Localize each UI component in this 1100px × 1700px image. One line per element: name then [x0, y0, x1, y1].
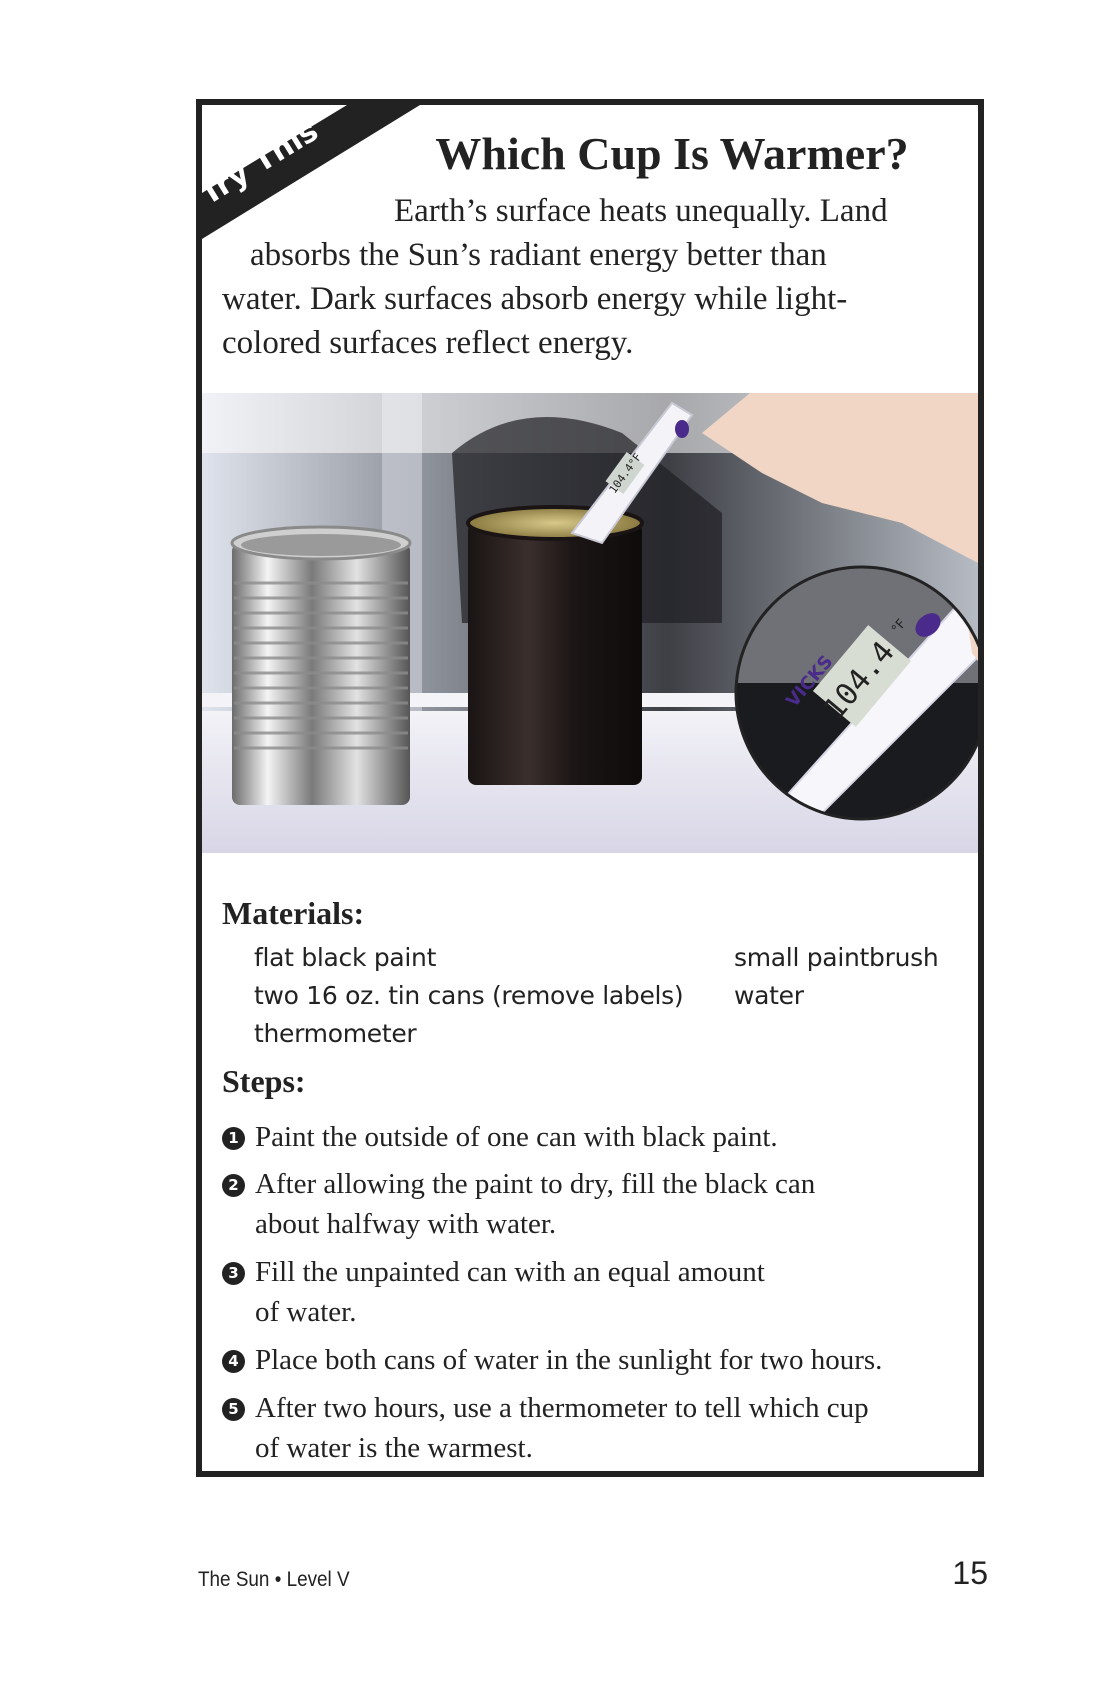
experiment-photo: 104.4°F 104.4 VICKS °F	[202, 393, 978, 853]
material-item: two 16 oz. tin cans (remove labels)	[254, 981, 684, 1010]
step-item: 3 Fill the unpainted can with an equal am…	[222, 1252, 972, 1332]
step-text-continued: about halfway with water.	[255, 1208, 557, 1240]
step-item: 2 After allowing the paint to dry, fill t…	[222, 1164, 972, 1244]
step-item: 1 Paint the outside of one can with black…	[222, 1117, 972, 1157]
step-number: 1	[222, 1127, 245, 1150]
step-text: Place both cans of water in the sunlight…	[255, 1344, 883, 1376]
step-item: 5 After two hours, use a thermometer to t…	[222, 1388, 972, 1468]
step-text-continued: of water is the warmest.	[255, 1432, 533, 1464]
step-number: 3	[222, 1262, 245, 1285]
intro-paragraph: Earth’s surface heats unequally. Land ab…	[222, 189, 962, 365]
step-text: After two hours, use a thermometer to te…	[255, 1392, 869, 1424]
step-text: After allowing the paint to dry, fill th…	[255, 1168, 816, 1200]
activity-box: Try This Which Cup Is Warmer? Earth’s su…	[196, 99, 984, 1477]
intro-line: water. Dark surfaces absorb energy while…	[222, 281, 848, 317]
step-number: 5	[222, 1398, 245, 1421]
footer-book-title: The Sun • Level V	[198, 1568, 350, 1591]
intro-line: Earth’s surface heats unequally. Land	[394, 193, 888, 229]
step-number: 4	[222, 1350, 245, 1373]
step-text: Paint the outside of one can with black …	[255, 1121, 778, 1153]
material-item: flat black paint	[254, 943, 437, 972]
step-text: Fill the unpainted can with an equal amo…	[255, 1256, 765, 1288]
page-title: Which Cup Is Warmer?	[435, 128, 909, 179]
steps-heading: Steps:	[222, 1063, 306, 1099]
page-number: 15	[952, 1555, 988, 1591]
material-item: thermometer	[254, 1019, 417, 1048]
material-item: small paintbrush	[734, 943, 939, 972]
materials-heading: Materials:	[222, 895, 365, 931]
material-item: water	[734, 981, 804, 1010]
step-number: 2	[222, 1174, 245, 1197]
intro-line: absorbs the Sun’s radiant energy better …	[250, 237, 827, 273]
step-item: 4 Place both cans of water in the sunligh…	[222, 1340, 972, 1380]
intro-line: colored surfaces reflect energy.	[222, 325, 634, 361]
step-text-continued: of water.	[255, 1296, 357, 1328]
